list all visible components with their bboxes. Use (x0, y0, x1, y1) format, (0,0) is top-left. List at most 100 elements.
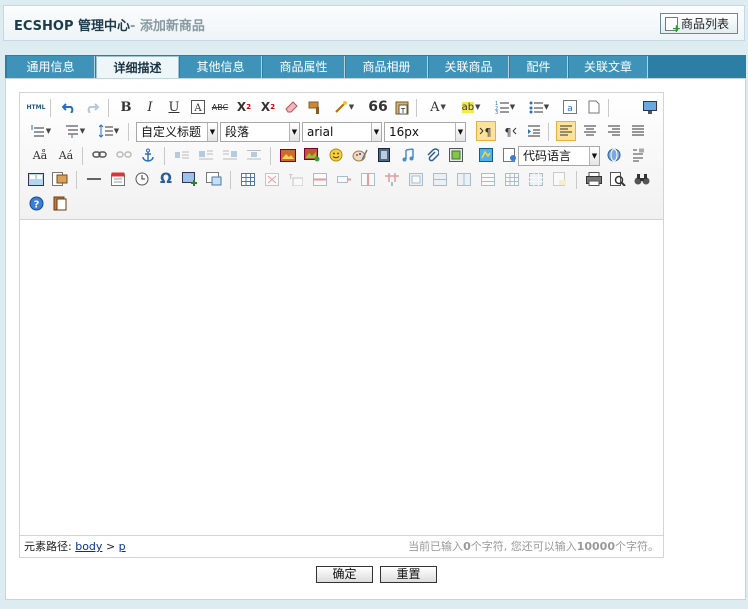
superscript-icon[interactable]: X2 (234, 97, 254, 117)
merge-down-icon[interactable] (454, 169, 474, 189)
template-icon[interactable] (628, 145, 648, 165)
blank-document-icon[interactable] (550, 169, 570, 189)
date-icon[interactable] (108, 169, 128, 189)
special-chars-icon[interactable]: Ω (156, 169, 176, 189)
attachment-icon[interactable] (422, 145, 442, 165)
ordered-list-icon[interactable]: 1 2 3 ▼ (490, 97, 520, 117)
simple-upload-icon[interactable] (278, 145, 298, 165)
code-language-select[interactable]: 代码语言 ▼ (518, 146, 600, 166)
tab-accessories[interactable]: 配件 (510, 56, 568, 78)
highlight-color-icon[interactable]: ab ▼ (456, 97, 486, 117)
align-left-icon[interactable] (556, 121, 576, 141)
row-spacing-top-icon[interactable]: ▼ (26, 121, 56, 141)
paragraph-select[interactable]: 段落 ▼ (220, 122, 300, 142)
ltr-direction-icon[interactable]: ¶ (476, 121, 496, 141)
undo-icon[interactable] (59, 97, 79, 117)
unlink-icon[interactable] (114, 145, 134, 165)
font-size-select[interactable]: 16px ▼ (384, 122, 466, 142)
delete-col-icon[interactable] (382, 169, 402, 189)
insert-frame-icon[interactable] (446, 145, 466, 165)
tab-related-articles[interactable]: 关联文章 (569, 56, 648, 78)
anchor-icon[interactable] (138, 145, 158, 165)
tab-gallery[interactable]: 商品相册 (346, 56, 428, 78)
web-search-icon[interactable] (604, 145, 624, 165)
element-path-p-link[interactable]: p (119, 540, 126, 553)
unordered-list-icon[interactable]: ▼ (524, 97, 554, 117)
insert-row-icon[interactable] (310, 169, 330, 189)
tab-attributes[interactable]: 商品属性 (263, 56, 345, 78)
delete-row-icon[interactable] (334, 169, 354, 189)
tab-other[interactable]: 其他信息 (180, 56, 262, 78)
lowercase-icon[interactable]: Aá (56, 145, 76, 165)
uppercase-icon[interactable]: Aå (30, 145, 50, 165)
image-left-icon[interactable] (196, 145, 216, 165)
eraser-icon[interactable] (282, 97, 302, 117)
insert-col-icon[interactable] (358, 169, 378, 189)
toolbar-separator (270, 147, 271, 165)
page-break-icon[interactable] (500, 145, 520, 165)
split-to-cells-icon[interactable] (526, 169, 546, 189)
emotion-icon[interactable] (326, 145, 346, 165)
confirm-button[interactable]: 确定 (316, 566, 373, 583)
insert-row-image-icon[interactable] (180, 169, 200, 189)
element-path-body-link[interactable]: body (75, 540, 102, 553)
music-icon[interactable] (398, 145, 418, 165)
tab-related-products[interactable]: 关联商品 (429, 56, 509, 78)
editor-content-area[interactable] (20, 221, 663, 535)
paste-plain-icon[interactable]: T (392, 97, 412, 117)
italic-icon[interactable]: I (140, 97, 160, 117)
rtl-direction-icon[interactable]: ¶ (500, 121, 520, 141)
subscript-icon[interactable]: X2 (258, 97, 278, 117)
auto-typeset-icon[interactable]: ▼ (330, 97, 358, 117)
split-to-cols-icon[interactable] (502, 169, 522, 189)
split-to-rows-icon[interactable] (478, 169, 498, 189)
delete-table-icon[interactable] (262, 169, 282, 189)
horizontal-rule-icon[interactable] (84, 169, 104, 189)
line-height-icon[interactable]: ▼ (94, 121, 124, 141)
blockquote-icon[interactable]: 66 (368, 97, 388, 117)
image-center-icon[interactable] (244, 145, 264, 165)
tab-general[interactable]: 通用信息 (7, 56, 95, 78)
clear-document-icon[interactable] (584, 97, 604, 117)
image-right-icon[interactable] (220, 145, 240, 165)
redo-icon[interactable] (82, 97, 102, 117)
align-center-icon[interactable] (580, 121, 600, 141)
align-right-icon[interactable] (604, 121, 624, 141)
wordimage-icon[interactable] (204, 169, 224, 189)
google-map-icon[interactable] (476, 145, 496, 165)
fullscreen-icon[interactable] (640, 97, 660, 117)
font-family-select[interactable]: arial ▼ (302, 122, 382, 142)
row-spacing-bottom-icon[interactable]: ▼ (60, 121, 90, 141)
strikethrough-icon[interactable]: ABC (210, 97, 230, 117)
scrawl-icon[interactable] (350, 145, 370, 165)
merge-cells-icon[interactable] (406, 169, 426, 189)
image-none-icon[interactable] (172, 145, 192, 165)
font-border-icon[interactable]: A (188, 97, 208, 117)
format-painter-icon[interactable] (306, 97, 326, 117)
bold-icon[interactable]: B (116, 97, 136, 117)
link-icon[interactable] (90, 145, 110, 165)
align-justify-icon[interactable] (628, 121, 648, 141)
underline-icon[interactable]: U (164, 97, 184, 117)
help-icon[interactable]: ? (26, 193, 46, 213)
drafts-icon[interactable] (50, 193, 70, 213)
font-color-icon[interactable]: A ▼ (424, 97, 452, 117)
insert-table-icon[interactable] (238, 169, 258, 189)
background-icon[interactable] (26, 169, 46, 189)
preview-icon[interactable] (608, 169, 628, 189)
search-replace-icon[interactable] (632, 169, 652, 189)
custom-title-select[interactable]: 自定义标题 ▼ (136, 122, 218, 142)
insert-image-icon[interactable] (302, 145, 322, 165)
insert-video-icon[interactable] (374, 145, 394, 165)
select-all-icon[interactable]: a (560, 97, 580, 117)
reset-button[interactable]: 重置 (380, 566, 437, 583)
merge-right-icon[interactable] (430, 169, 450, 189)
indent-icon[interactable] (524, 121, 544, 141)
print-icon[interactable] (584, 169, 604, 189)
tab-description[interactable]: 详细描述 (96, 56, 179, 79)
time-icon[interactable] (132, 169, 152, 189)
html-source-icon[interactable]: HTML (26, 97, 46, 117)
product-list-button[interactable]: 商品列表 (660, 13, 738, 35)
insert-paragraph-before-table-icon[interactable]: T (286, 169, 306, 189)
print-preview-icon[interactable] (50, 169, 70, 189)
